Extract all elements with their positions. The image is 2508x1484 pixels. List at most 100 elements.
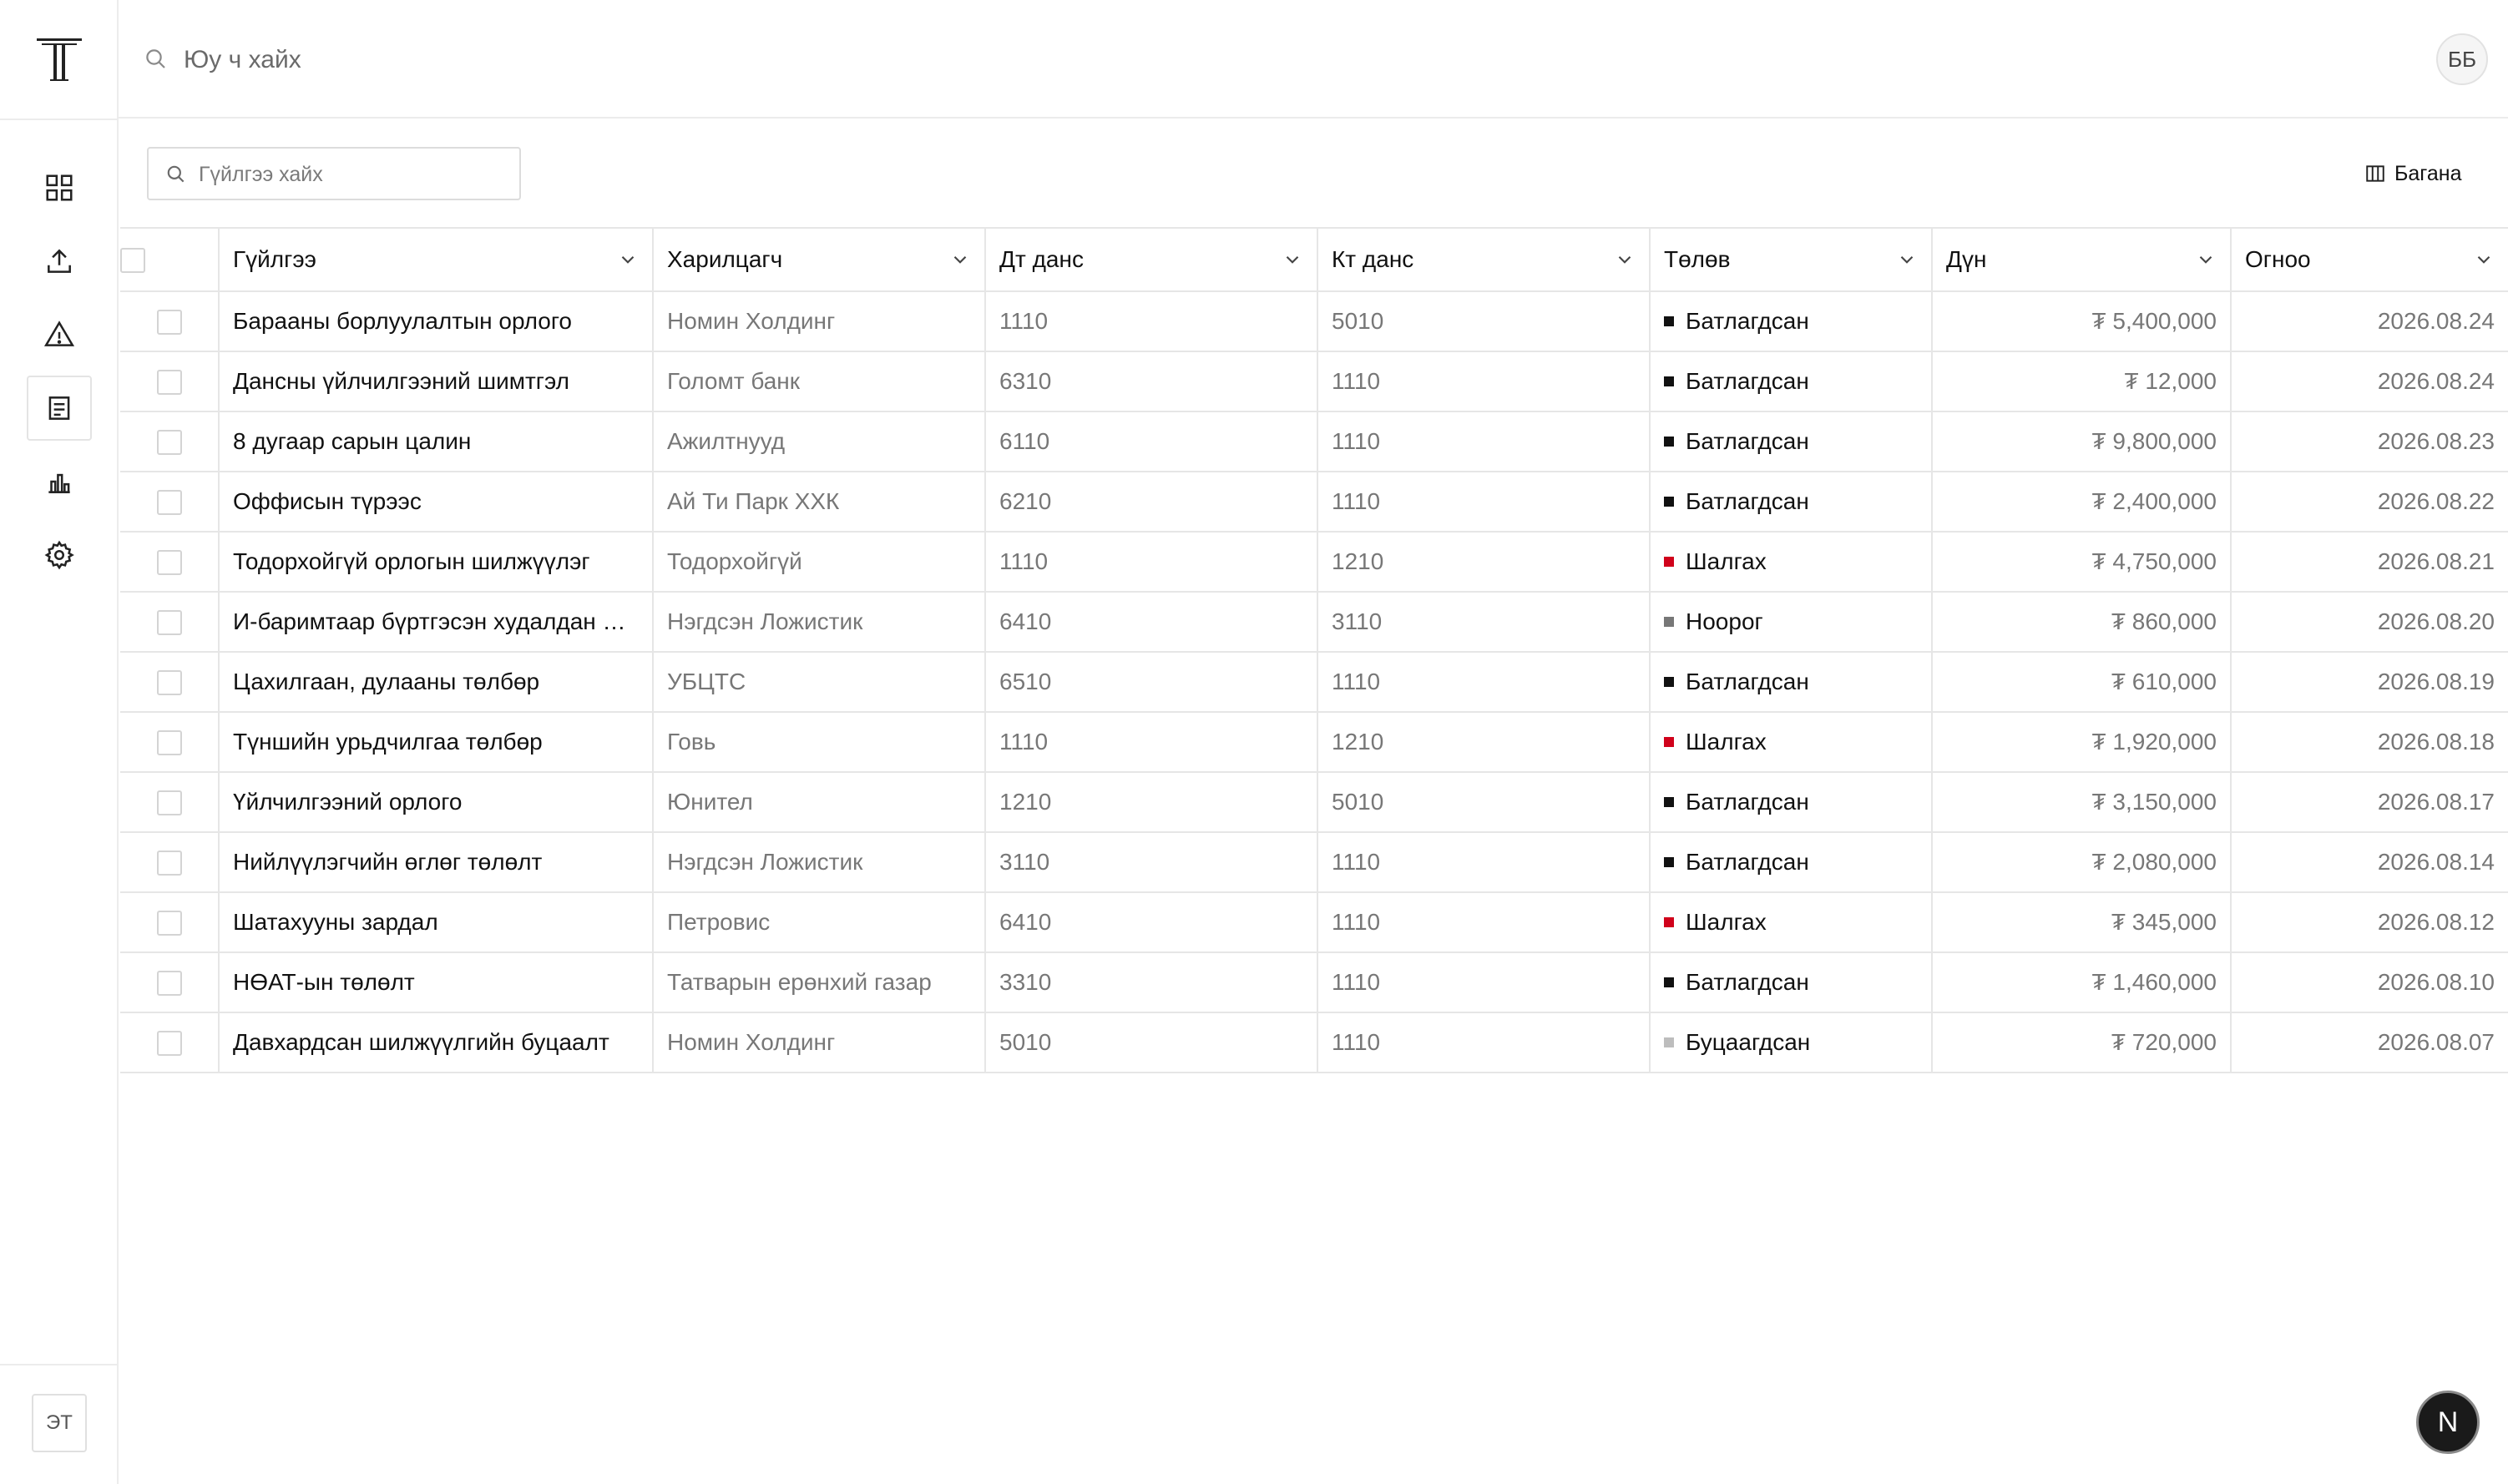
global-search-input[interactable] — [182, 37, 937, 83]
status-dot — [1664, 437, 1674, 447]
row-checkbox[interactable] — [156, 851, 182, 876]
row-select-cell — [120, 592, 220, 653]
table-row[interactable]: Нийлүүлэгчийн өглөг төлөлт Нэгдсэн Ложист… — [120, 832, 2508, 893]
sidebar-item-transactions[interactable] — [27, 376, 92, 441]
row-checkbox[interactable] — [156, 670, 182, 696]
debit-account: 1110 — [985, 291, 1318, 352]
transaction-filter[interactable] — [147, 147, 521, 200]
status-dot — [1664, 977, 1674, 987]
amount: ₮ 860,000 — [1932, 592, 2232, 653]
row-checkbox[interactable] — [156, 911, 182, 936]
status-badge: Батлагдсан — [1686, 368, 1809, 394]
row-select-cell — [120, 351, 220, 412]
columns-button[interactable]: Багана — [2359, 155, 2467, 192]
date: 2026.08.22 — [2231, 472, 2508, 533]
table-row[interactable]: Цахилгаан, дулааны төлбөр УБЦТС 6510 1110 Ба… — [120, 652, 2508, 713]
status-dot — [1664, 737, 1674, 747]
table-row[interactable]: Дансны үйлчилгээний шимтгэл Голомт банк 63… — [120, 351, 2508, 412]
bar-chart-icon — [48, 473, 70, 493]
row-checkbox[interactable] — [156, 370, 182, 396]
sidebar-item-reports[interactable] — [27, 449, 92, 514]
date: 2026.08.19 — [2231, 652, 2508, 713]
row-checkbox[interactable] — [156, 790, 182, 816]
status-dot — [1664, 376, 1674, 386]
row-checkbox[interactable] — [156, 490, 182, 516]
sidebar-item-upload[interactable] — [27, 229, 92, 294]
credit-account: 1110 — [1317, 892, 1651, 953]
amount: ₮ 1,920,000 — [1932, 712, 2232, 773]
chevron-down-icon[interactable] — [617, 249, 639, 270]
row-checkbox[interactable] — [156, 550, 182, 576]
credit-account: 1110 — [1317, 1012, 1651, 1073]
transaction-name: Нийлүүлэгчийн өглөг төлөлт — [219, 832, 654, 893]
table-row[interactable]: И-баримтаар бүртгэсэн худалдан авалт Нэгд… — [120, 592, 2508, 653]
logo-icon[interactable] — [33, 33, 85, 85]
column-header[interactable]: Төлөв — [1650, 227, 1933, 292]
column-header[interactable]: Дүн — [1932, 227, 2232, 292]
amount: ₮ 720,000 — [1932, 1012, 2232, 1073]
amount: ₮ 5,400,000 — [1932, 291, 2232, 352]
column-header[interactable]: Огноо — [2231, 227, 2508, 292]
table-row[interactable]: 8 дугаар сарын цалин Ажилтнууд 6110 1110 Бат… — [120, 411, 2508, 472]
row-checkbox[interactable] — [156, 1031, 182, 1057]
credit-account: 1210 — [1317, 712, 1651, 773]
row-checkbox[interactable] — [156, 610, 182, 636]
table-row[interactable]: НӨАТ-ын төлөлт Татварын ерөнхий газар 3310… — [120, 952, 2508, 1013]
search-icon — [167, 165, 185, 183]
table-row[interactable]: Түншийн урьдчилгаа төлбөр Говь 1110 1210 Шал… — [120, 712, 2508, 773]
chevron-down-icon[interactable] — [2195, 249, 2217, 270]
table-row[interactable]: Тодорхойгүй орлогын шилжүүлэг Тодорхойгүй… — [120, 532, 2508, 593]
column-header[interactable]: Кт данс — [1317, 227, 1651, 292]
sidebar-item-settings[interactable] — [27, 522, 92, 588]
status-badge: Шалгах — [1686, 548, 1767, 574]
status-cell: Батлагдсан — [1650, 351, 1933, 412]
credit-account: 1110 — [1317, 411, 1651, 472]
counterparty: Петровис — [653, 892, 986, 953]
table-row[interactable]: Барааны борлуулалтын орлого Номин Холдинг… — [120, 291, 2508, 352]
row-select-cell — [120, 652, 220, 713]
table-row[interactable]: Давхардсан шилжүүлгийн буцаалт Номин Холд… — [120, 1012, 2508, 1073]
column-header[interactable]: Харилцагч — [653, 227, 986, 292]
column-header[interactable]: Гүйлгээ — [219, 227, 654, 292]
status-cell: Батлагдсан — [1650, 772, 1933, 833]
status-badge: Ноорог — [1686, 608, 1763, 634]
gear-icon — [44, 540, 74, 570]
date: 2026.08.21 — [2231, 532, 2508, 593]
avatar[interactable]: ББ — [2436, 33, 2488, 85]
sidebar-item-dashboard[interactable] — [27, 155, 92, 220]
table-row[interactable]: Оффисын түрээс Ай Ти Парк ХХК 6210 1110 Батл… — [120, 472, 2508, 533]
status-badge: Буцаагдсан — [1686, 1029, 1811, 1055]
user-chip[interactable]: ЭТ — [32, 1394, 87, 1452]
table-row[interactable]: Үйлчилгээний орлого Юнител 1210 5010 Батлагд… — [120, 772, 2508, 833]
sidebar-divider-bottom — [0, 1364, 119, 1365]
chevron-down-icon[interactable] — [949, 249, 971, 270]
debit-account: 6210 — [985, 472, 1318, 533]
dev-tools-button[interactable]: N — [2416, 1391, 2480, 1454]
status-dot — [1664, 617, 1674, 627]
status-badge: Батлагдсан — [1686, 789, 1809, 815]
chevron-down-icon[interactable] — [1282, 249, 1303, 270]
row-checkbox[interactable] — [156, 310, 182, 336]
chevron-down-icon[interactable] — [1614, 249, 1636, 270]
transaction-search-input[interactable] — [197, 157, 509, 192]
row-select-cell — [120, 472, 220, 533]
date: 2026.08.17 — [2231, 772, 2508, 833]
chevron-down-icon[interactable] — [2473, 249, 2495, 270]
grid-icon — [46, 174, 73, 201]
row-select-cell — [120, 712, 220, 773]
chevron-down-icon[interactable] — [1896, 249, 1918, 270]
status-dot — [1664, 677, 1674, 687]
row-checkbox[interactable] — [156, 971, 182, 997]
column-header[interactable]: Дт данс — [985, 227, 1318, 292]
select-all-checkbox[interactable] — [120, 248, 145, 274]
transaction-name: Давхардсан шилжүүлгийн буцаалт — [219, 1012, 654, 1073]
row-checkbox[interactable] — [156, 730, 182, 756]
status-cell: Шалгах — [1650, 532, 1933, 593]
status-dot — [1664, 497, 1674, 507]
row-checkbox[interactable] — [156, 430, 182, 456]
warning-icon — [43, 321, 75, 346]
sidebar-item-alerts[interactable] — [27, 302, 92, 367]
table-row[interactable]: Шатахууны зардал Петровис 6410 1110 Шалгах ₮ … — [120, 892, 2508, 953]
row-select-cell — [120, 892, 220, 953]
credit-account: 3110 — [1317, 592, 1651, 653]
